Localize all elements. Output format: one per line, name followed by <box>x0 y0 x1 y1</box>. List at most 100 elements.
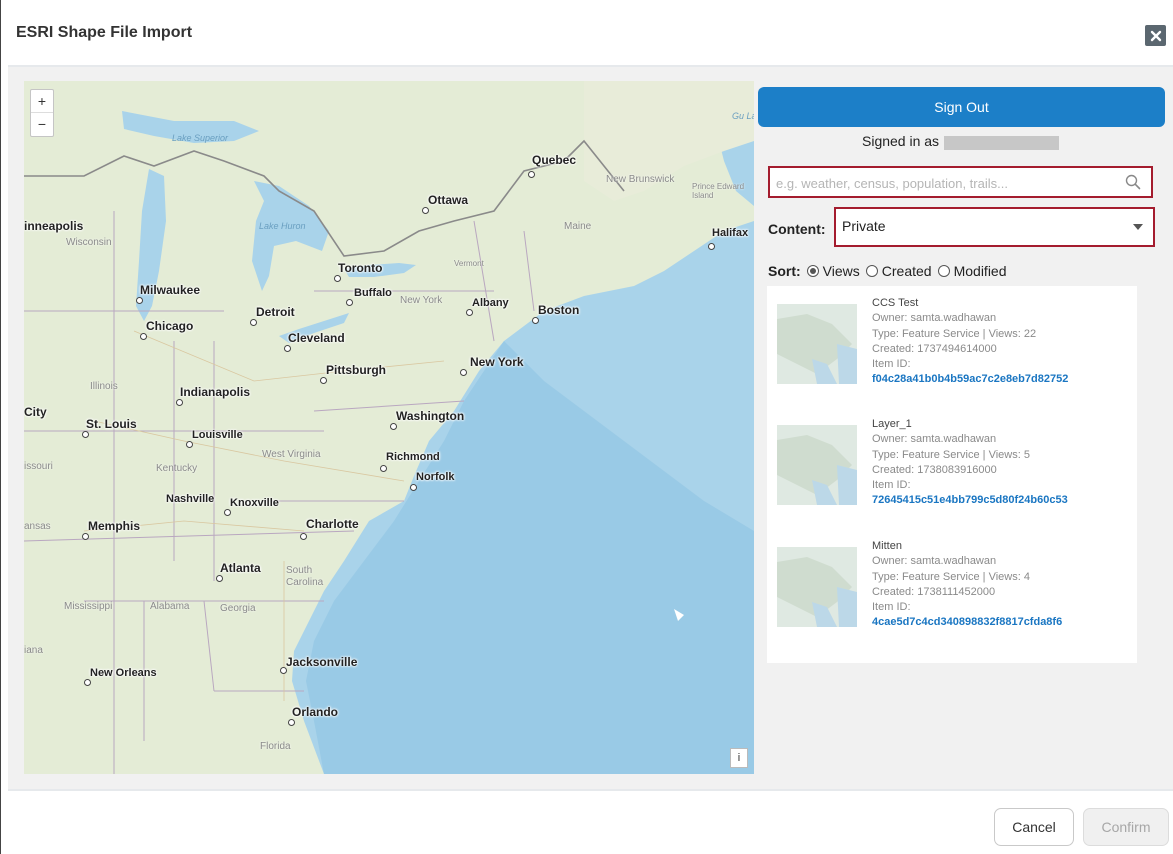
sort-options: Sort: Views Created Modified <box>768 263 1013 279</box>
city-label: Boston <box>538 303 580 317</box>
content-dropdown[interactable]: Private <box>834 207 1155 247</box>
city-label: Memphis <box>88 519 141 533</box>
item-owner: Owner: samta.wadhawan <box>872 312 997 325</box>
city-label: inneapolis <box>24 219 84 233</box>
item-details: Mitten Owner: samta.wadhawan Type: Featu… <box>872 539 1062 631</box>
item-type: Type: Feature Service | Views: 22 <box>872 327 1037 340</box>
content-selected-value: Private <box>842 218 886 234</box>
results-list: CCS Test Owner: samta.wadhawan Type: Fea… <box>767 286 1137 663</box>
city-label: Norfolk <box>416 471 455 483</box>
region-label: South Carolina <box>286 565 324 588</box>
region-label: Illinois <box>90 381 118 392</box>
city-marker <box>708 243 715 250</box>
city-label: Charlotte <box>306 517 359 531</box>
chevron-down-icon <box>1133 224 1143 230</box>
item-thumbnail <box>777 547 857 627</box>
zoom-control: + − <box>30 89 54 137</box>
content-label: Content: <box>768 221 826 237</box>
region-label: Alabama <box>150 601 190 612</box>
sort-views-radio[interactable]: Views <box>806 263 860 279</box>
close-button[interactable] <box>1145 25 1166 46</box>
signed-in-label: Signed in as <box>862 133 940 149</box>
item-id-link[interactable]: f04c28a41b0b4b59ac7c2e8eb7d82752 <box>872 372 1068 387</box>
sort-option-label: Modified <box>953 263 1007 279</box>
search-icon[interactable] <box>1124 173 1142 191</box>
city-marker <box>532 317 539 324</box>
item-thumbnail <box>777 425 857 505</box>
city-label: Nashville <box>166 493 215 505</box>
zoom-in-button[interactable]: + <box>31 90 53 112</box>
city-label: Pittsburgh <box>326 363 386 377</box>
sign-out-button[interactable]: Sign Out <box>758 87 1165 127</box>
list-item[interactable]: Layer_1 Owner: samta.wadhawan Type: Feat… <box>767 417 1137 537</box>
city-marker <box>390 423 397 430</box>
city-marker <box>136 297 143 304</box>
item-id-link[interactable]: 72645415c51e4bb799c5d80f24b60c53 <box>872 493 1068 508</box>
zoom-out-button[interactable]: − <box>31 112 53 135</box>
sort-label: Sort: <box>768 263 801 279</box>
region-label: Kentucky <box>156 463 198 474</box>
city-label: Chicago <box>146 319 194 333</box>
city-marker <box>250 319 257 326</box>
region-label: Maine <box>564 221 592 232</box>
item-created: Created: 1738083916000 <box>872 463 997 476</box>
city-marker <box>82 431 89 438</box>
region-label: iana <box>24 645 43 656</box>
city-marker <box>334 275 341 282</box>
item-title: Mitten <box>872 540 902 552</box>
search-input[interactable] <box>774 172 1118 194</box>
city-label: Louisville <box>192 429 243 441</box>
city-marker <box>140 333 147 340</box>
city-marker <box>176 399 183 406</box>
city-label: Quebec <box>532 153 577 167</box>
list-item[interactable]: CCS Test Owner: samta.wadhawan Type: Fea… <box>767 296 1137 416</box>
city-label: Indianapolis <box>180 385 251 399</box>
sort-modified-radio[interactable]: Modified <box>937 263 1007 279</box>
city-label: Atlanta <box>220 561 261 575</box>
map-view[interactable]: + − Lake Superior Lake Huron Gu La New B… <box>24 81 754 774</box>
radio-icon <box>937 265 950 277</box>
region-label: Prince Edward Island <box>692 182 745 200</box>
region-label: Vermont <box>454 259 484 268</box>
cancel-button[interactable]: Cancel <box>994 808 1074 846</box>
item-title: Layer_1 <box>872 418 912 430</box>
water-label: Lake Huron <box>259 221 306 231</box>
item-created: Created: 1738111452000 <box>872 585 996 598</box>
region-label: Mississippi <box>64 601 113 612</box>
portal-search-panel: Sign Out Signed in as Content: Private S… <box>754 81 1165 774</box>
city-marker <box>186 441 193 448</box>
list-item[interactable]: Mitten Owner: samta.wadhawan Type: Featu… <box>767 539 1137 659</box>
city-marker <box>460 369 467 376</box>
city-marker <box>300 533 307 540</box>
city-label: Detroit <box>256 305 295 319</box>
region-label: ansas <box>24 521 51 532</box>
confirm-button[interactable]: Confirm <box>1083 808 1169 846</box>
city-marker <box>284 345 291 352</box>
item-id-link[interactable]: 4cae5d7c4cd340898832f8817cfda8f6 <box>872 615 1062 630</box>
item-details: Layer_1 Owner: samta.wadhawan Type: Feat… <box>872 417 1068 509</box>
city-marker <box>288 719 295 726</box>
item-owner: Owner: samta.wadhawan <box>872 555 997 568</box>
city-marker <box>82 533 89 540</box>
footer-divider <box>8 789 1173 791</box>
city-marker <box>528 171 535 178</box>
sort-created-radio[interactable]: Created <box>865 263 932 279</box>
city-label: Milwaukee <box>140 283 201 297</box>
item-owner: Owner: samta.wadhawan <box>872 433 997 446</box>
city-label: Orlando <box>292 705 339 719</box>
city-marker <box>422 207 429 214</box>
item-id-label: Item ID: <box>872 358 911 371</box>
city-marker <box>320 377 327 384</box>
city-label: Cleveland <box>288 331 345 345</box>
region-label: Georgia <box>220 603 256 614</box>
city-label: Knoxville <box>230 497 279 509</box>
region-label: issouri <box>24 461 53 472</box>
item-id-label: Item ID: <box>872 479 911 492</box>
search-box <box>768 166 1153 198</box>
city-label: Buffalo <box>354 287 392 299</box>
city-label: Jacksonville <box>286 655 358 669</box>
city-marker <box>346 299 353 306</box>
city-marker <box>216 575 223 582</box>
radio-selected-icon <box>806 265 819 277</box>
map-attribution-button[interactable]: i <box>730 748 748 768</box>
